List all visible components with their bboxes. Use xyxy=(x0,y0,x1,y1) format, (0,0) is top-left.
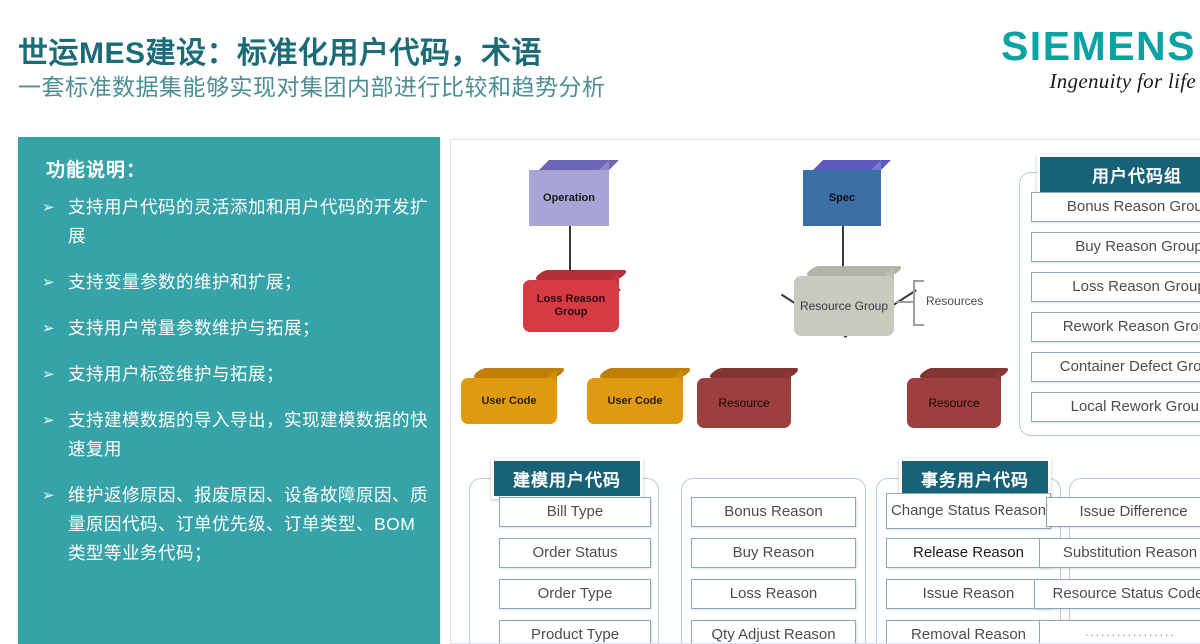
siemens-logo: SIEMENS Ingenuity for life xyxy=(876,26,1196,94)
list-item[interactable]: Loss Reason xyxy=(691,579,856,609)
list-item[interactable]: Product Type xyxy=(499,620,651,643)
node-label: Resource Group xyxy=(794,276,894,336)
bullet-text: 支持用户代码的灵活添加和用户代码的开发扩展 xyxy=(68,197,428,246)
bracket-stem xyxy=(896,301,914,303)
user-code-group-header: 用户代码组 xyxy=(1037,154,1200,195)
list-item: ➢ 支持变量参数的维护和扩展； xyxy=(38,268,428,297)
feature-bullet-list: ➢ 支持用户代码的灵活添加和用户代码的开发扩展 ➢ 支持变量参数的维护和扩展； … xyxy=(38,193,428,585)
node-label: Operation xyxy=(529,170,609,226)
arrow-bullet-icon: ➢ xyxy=(42,320,55,337)
bullet-text: 支持变量参数的维护和扩展； xyxy=(68,272,302,292)
arrow-bullet-icon: ➢ xyxy=(42,487,55,504)
node-resource-1: Resource xyxy=(697,368,801,428)
node-resource-2: Resource xyxy=(907,368,1011,428)
list-item: ➢ 支持用户常量参数维护与拓展； xyxy=(38,314,428,343)
list-item: ➢ 支持用户标签维护与拓展； xyxy=(38,360,428,389)
list-item[interactable]: Issue Difference xyxy=(1046,497,1200,527)
siemens-wordmark: SIEMENS xyxy=(1000,23,1196,69)
node-resource-group: Resource Group xyxy=(794,266,904,336)
modeling-user-code-header: 建模用户代码 xyxy=(491,458,643,499)
node-spec: Spec xyxy=(803,160,891,226)
list-item[interactable]: Release Reason xyxy=(886,538,1051,568)
node-label: Loss Reason Group xyxy=(523,280,619,332)
arrow-bullet-icon: ➢ xyxy=(42,199,55,216)
node-label: Resource xyxy=(907,378,1001,428)
list-item[interactable]: Order Status xyxy=(499,538,651,568)
node-user-code-2: User Code xyxy=(587,368,693,424)
arrow-bullet-icon: ➢ xyxy=(42,274,55,291)
page-subtitle: 一套标准数据集能够实现对集团内部进行比较和趋势分析 xyxy=(18,74,606,100)
list-item[interactable]: Order Type xyxy=(499,579,651,609)
list-item[interactable]: Bonus Reason Group xyxy=(1031,192,1200,222)
list-item[interactable]: Qty Adjust Reason xyxy=(691,620,856,643)
list-item: ➢ 支持建模数据的导入导出，实现建模数据的快速复用 xyxy=(38,406,428,464)
bullet-text: 维护返修原因、报废原因、设备故障原因、质量原因代码、订单优先级、订单类型、BOM… xyxy=(68,485,428,563)
node-label: Resource xyxy=(697,378,791,428)
list-item[interactable]: Issue Reason xyxy=(886,579,1051,609)
node-loss-reason-group: Loss Reason Group xyxy=(523,270,629,332)
resources-bracket-icon xyxy=(913,280,924,326)
list-item[interactable]: Bonus Reason xyxy=(691,497,856,527)
arrow-bullet-icon: ➢ xyxy=(42,412,55,429)
page-header: 世运MES建设：标准化用户代码，术语 一套标准数据集能够实现对集团内部进行比较和… xyxy=(0,0,1200,122)
bullet-text: 支持用户常量参数维护与拓展； xyxy=(68,318,320,338)
node-label: Spec xyxy=(803,170,881,226)
list-item[interactable]: Rework Reason Group xyxy=(1031,312,1200,342)
list-item[interactable]: Substitution Reason xyxy=(1039,538,1200,568)
node-user-code-1: User Code xyxy=(461,368,567,424)
list-item[interactable]: ················· xyxy=(1039,620,1200,643)
bracket-label: Resources xyxy=(926,294,984,308)
feature-panel-title: 功能说明： xyxy=(46,160,147,181)
diagram-panel: Operation Spec Loss Reason Group Resourc… xyxy=(450,139,1200,644)
node-operation: Operation xyxy=(529,160,619,226)
list-item: ➢ 维护返修原因、报废原因、设备故障原因、质量原因代码、订单优先级、订单类型、B… xyxy=(38,481,428,568)
siemens-tagline: Ingenuity for life xyxy=(1049,69,1196,93)
arrow-bullet-icon: ➢ xyxy=(42,366,55,383)
list-item[interactable]: Loss Reason Group xyxy=(1031,272,1200,302)
page-title: 世运MES建设：标准化用户代码，术语 xyxy=(18,37,543,70)
list-item[interactable]: Buy Reason Group xyxy=(1031,232,1200,262)
node-label: User Code xyxy=(587,378,683,424)
bullet-text: 支持用户标签维护与拓展； xyxy=(68,364,284,384)
bullet-text: 支持建模数据的导入导出，实现建模数据的快速复用 xyxy=(68,410,428,459)
feature-description-panel: 功能说明： ➢ 支持用户代码的灵活添加和用户代码的开发扩展 ➢ 支持变量参数的维… xyxy=(18,137,440,644)
list-item[interactable]: Buy Reason xyxy=(691,538,856,568)
list-item[interactable]: Local Rework Group xyxy=(1031,392,1200,422)
list-item[interactable]: Removal Reason xyxy=(886,620,1051,643)
list-item: ➢ 支持用户代码的灵活添加和用户代码的开发扩展 xyxy=(38,193,428,251)
list-item[interactable]: Container Defect Group xyxy=(1031,352,1200,382)
node-label: User Code xyxy=(461,378,557,424)
list-item[interactable]: Change Status Reason xyxy=(886,493,1051,529)
list-item[interactable]: Bill Type xyxy=(499,497,651,527)
list-item[interactable]: Resource Status Code xyxy=(1034,579,1200,609)
